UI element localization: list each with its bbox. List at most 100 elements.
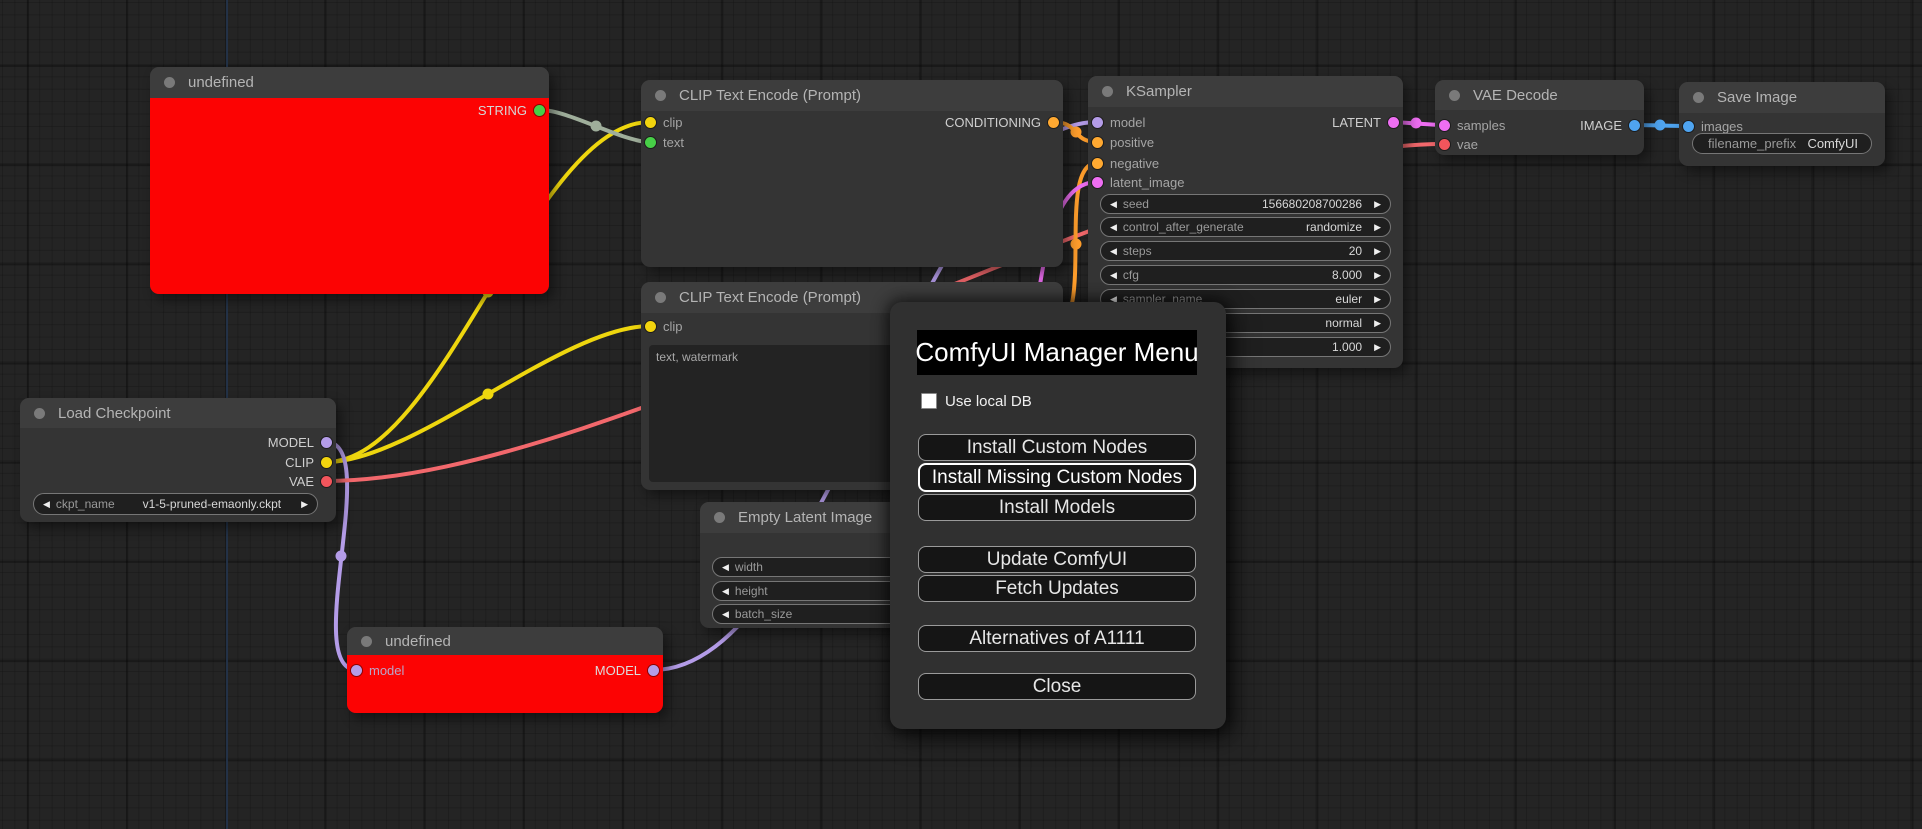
output-slot-image[interactable]: IMAGE [1435, 115, 1644, 135]
collapse-dot-icon[interactable] [34, 407, 45, 419]
collapse-dot-icon[interactable] [164, 77, 175, 88]
positive-input-dot[interactable] [1092, 136, 1103, 148]
output-slot-conditioning[interactable]: CONDITIONING [641, 112, 1063, 132]
node-graph-canvas[interactable]: undefined STRING CLIP Text Encode (Promp… [0, 0, 1922, 829]
close-button[interactable]: Close [918, 673, 1196, 700]
ckpt-name-widget[interactable]: ◀ ckpt_name v1-5-pruned-emaonly.ckpt ▶ [33, 493, 318, 515]
node-title-bar[interactable]: Save Image [1679, 82, 1885, 113]
collapse-dot-icon[interactable] [361, 635, 372, 647]
slot-label: VAE [288, 473, 314, 489]
increment-arrow-icon[interactable]: ▶ [1374, 222, 1381, 232]
increment-arrow-icon[interactable]: ▶ [1374, 199, 1381, 209]
widget-label: seed [1122, 197, 1149, 211]
install-missing-custom-nodes-button[interactable]: Install Missing Custom Nodes [918, 463, 1196, 492]
steps-widget[interactable]: ◀ steps 20 ▶ [1100, 241, 1391, 261]
wire-midpoint-dot [590, 120, 602, 132]
node-undefined-bottom[interactable]: undefined model MODEL [347, 627, 663, 713]
node-body [150, 98, 549, 294]
model-output-dot[interactable] [321, 436, 332, 448]
node-load-checkpoint[interactable]: Load Checkpoint MODEL CLIP VAE ◀ ckpt_na… [20, 398, 336, 522]
output-slot-latent[interactable]: LATENT [1088, 112, 1403, 132]
output-slot-string[interactable]: STRING [150, 100, 549, 120]
vae-input-dot[interactable] [1439, 138, 1450, 150]
node-undefined-top[interactable]: undefined STRING [150, 67, 549, 294]
install-custom-nodes-button[interactable]: Install Custom Nodes [918, 434, 1196, 461]
images-input-dot[interactable] [1683, 120, 1694, 132]
node-clip-text-encode-1[interactable]: CLIP Text Encode (Prompt) clip text COND… [641, 80, 1063, 267]
cfg-widget[interactable]: ◀ cfg 8.000 ▶ [1100, 265, 1391, 285]
latent-input-dot[interactable] [1092, 176, 1103, 188]
clip-input-dot[interactable] [645, 320, 656, 332]
node-title: KSampler [1126, 83, 1192, 100]
input-slot-positive[interactable]: positive [1088, 132, 1403, 152]
decrement-arrow-icon[interactable]: ◀ [1110, 246, 1117, 256]
node-title: Empty Latent Image [738, 509, 873, 526]
image-output-dot[interactable] [1629, 119, 1640, 131]
increment-arrow-icon[interactable]: ▶ [1374, 318, 1381, 328]
wire-midpoint-dot [482, 388, 494, 400]
input-slot-latent-image[interactable]: latent_image [1088, 172, 1403, 192]
decrement-arrow-icon[interactable]: ◀ [1110, 270, 1117, 280]
filename-prefix-widget[interactable]: filename_prefix ComfyUI [1692, 133, 1872, 154]
vae-output-dot[interactable] [321, 475, 332, 487]
collapse-dot-icon[interactable] [1449, 89, 1460, 101]
increment-arrow-icon[interactable]: ▶ [1374, 294, 1381, 304]
control-after-generate-widget[interactable]: ◀ control_after_generate randomize ▶ [1100, 217, 1391, 237]
output-slot-model[interactable]: MODEL [347, 660, 663, 680]
update-comfyui-button[interactable]: Update ComfyUI [918, 546, 1196, 573]
input-slot-negative[interactable]: negative [1088, 153, 1403, 173]
node-title-bar[interactable]: undefined [347, 627, 663, 655]
widget-label: height [734, 584, 768, 598]
increment-arrow-icon[interactable]: ▶ [1374, 342, 1381, 352]
collapse-dot-icon[interactable] [655, 292, 666, 303]
output-slot-model[interactable]: MODEL [20, 432, 336, 452]
input-slot-text[interactable]: text [641, 132, 1063, 152]
checkbox-label: Use local DB [945, 392, 1032, 410]
wire-midpoint-dot [335, 550, 347, 562]
slot-label: vae [1457, 136, 1478, 152]
increment-arrow-icon[interactable]: ▶ [1374, 270, 1381, 280]
node-title-bar[interactable]: VAE Decode [1435, 80, 1644, 110]
negative-input-dot[interactable] [1092, 157, 1103, 169]
node-title-bar[interactable]: undefined [150, 67, 549, 98]
seed-widget[interactable]: ◀ seed 156680208700286 ▶ [1100, 194, 1391, 214]
clip-output-dot[interactable] [321, 456, 332, 468]
string-output-dot[interactable] [534, 104, 545, 116]
slot-label: IMAGE [1580, 117, 1622, 133]
decrement-arrow-icon[interactable]: ◀ [43, 499, 50, 509]
collapse-dot-icon[interactable] [1102, 86, 1113, 97]
node-title-bar[interactable]: CLIP Text Encode (Prompt) [641, 80, 1063, 111]
input-slot-vae[interactable]: vae [1435, 134, 1644, 154]
decrement-arrow-icon[interactable]: ◀ [722, 562, 729, 572]
output-slot-clip[interactable]: CLIP [20, 452, 336, 472]
slot-label: CLIP [285, 454, 314, 470]
latent-output-dot[interactable] [1388, 116, 1399, 128]
decrement-arrow-icon[interactable]: ◀ [722, 586, 729, 596]
install-models-button[interactable]: Install Models [918, 494, 1196, 521]
slot-label: CONDITIONING [944, 114, 1041, 130]
use-local-db-checkbox[interactable] [921, 393, 937, 409]
model-output-dot[interactable] [648, 664, 659, 676]
increment-arrow-icon[interactable]: ▶ [1374, 246, 1381, 256]
widget-value: 8.000 [1332, 268, 1363, 282]
decrement-arrow-icon[interactable]: ◀ [1110, 199, 1117, 209]
node-title-bar[interactable]: Load Checkpoint [20, 398, 336, 428]
conditioning-output-dot[interactable] [1048, 116, 1059, 128]
collapse-dot-icon[interactable] [1693, 92, 1704, 103]
alternatives-of-a1111-button[interactable]: Alternatives of A1111 [918, 625, 1196, 652]
node-title: undefined [385, 632, 451, 650]
decrement-arrow-icon[interactable]: ◀ [722, 609, 729, 619]
collapse-dot-icon[interactable] [655, 90, 666, 101]
collapse-dot-icon[interactable] [714, 512, 725, 523]
node-save-image[interactable]: Save Image images filename_prefix ComfyU… [1679, 82, 1885, 166]
increment-arrow-icon[interactable]: ▶ [301, 499, 308, 509]
output-slot-vae[interactable]: VAE [20, 471, 336, 491]
widget-label: width [734, 560, 763, 574]
node-vae-decode[interactable]: VAE Decode samples vae IMAGE [1435, 80, 1644, 155]
text-input-dot[interactable] [645, 136, 656, 148]
widget-value: randomize [1306, 220, 1363, 234]
decrement-arrow-icon[interactable]: ◀ [1110, 222, 1117, 232]
wire-string-to-text [539, 108, 652, 144]
node-title-bar[interactable]: KSampler [1088, 76, 1403, 107]
fetch-updates-button[interactable]: Fetch Updates [918, 575, 1196, 602]
